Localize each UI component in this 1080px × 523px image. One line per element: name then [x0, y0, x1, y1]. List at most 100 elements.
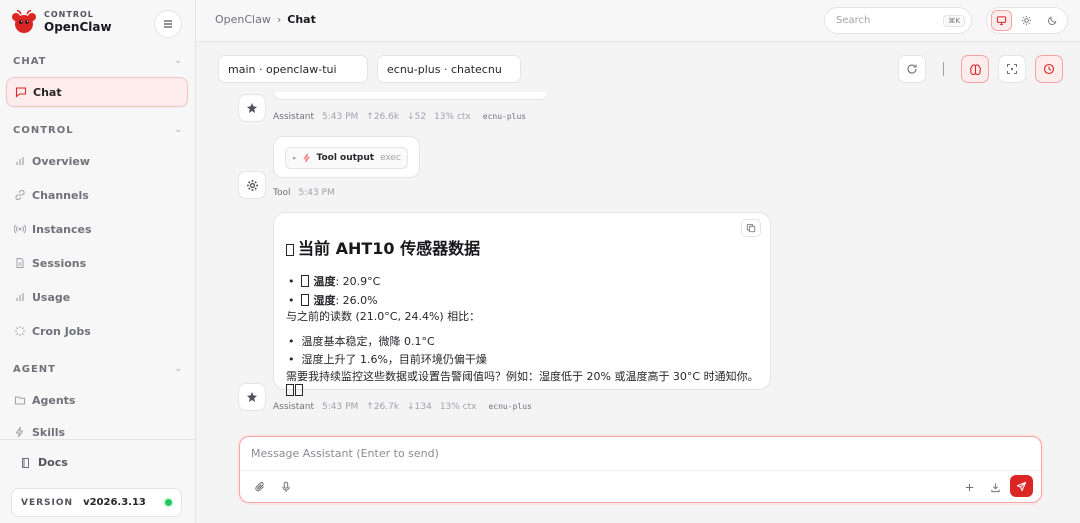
section-agent-label: AGENT [13, 364, 56, 375]
message-time: 5:43 PM [322, 401, 359, 412]
caret-right-icon: ▸ [293, 154, 297, 162]
message-heading: 当前 AHT10 传感器数据 [286, 235, 480, 259]
tokens-in: ↑26.7k [366, 401, 400, 412]
section-control[interactable]: CONTROL ⌄ [13, 125, 183, 136]
tokens-in: ↑26.6k [366, 111, 400, 122]
send-icon [1016, 481, 1027, 491]
sparkle-icon [247, 392, 257, 402]
sidebar-item-overview[interactable]: Overview [6, 146, 188, 176]
search-shortcut: ⌘K [943, 14, 965, 27]
model-select[interactable]: ecnu-plus · chatecnu [377, 55, 521, 83]
theme-switcher [986, 7, 1068, 34]
sidebar-item-agents[interactable]: Agents [6, 385, 188, 415]
lobster-logo-icon [12, 10, 36, 33]
sidebar-item-label: Overview [32, 154, 90, 168]
zap-icon [15, 426, 24, 438]
export-button[interactable] [986, 478, 1004, 496]
section-chat-label: CHAT [13, 56, 47, 67]
tool-output-label: Tool output [316, 153, 375, 163]
copy-button[interactable] [741, 219, 761, 237]
sidebar-item-sessions[interactable]: Sessions [6, 248, 188, 278]
brand[interactable]: CONTROL OpenClaw [11, 9, 112, 35]
breadcrumb: OpenClaw › Chat [215, 13, 316, 26]
version-value: v2026.3.13 [83, 497, 146, 508]
attach-button[interactable] [251, 478, 269, 496]
chevron-down-icon: ⌄ [174, 364, 183, 374]
focus-mode-button[interactable] [998, 55, 1026, 83]
collapse-sidebar-button[interactable] [154, 10, 182, 38]
temperature-label: 温度 [313, 275, 336, 288]
sidebar-item-usage[interactable]: Usage [6, 282, 188, 312]
list-item: • 湿度上升了 1.6%，目前环境仍偏干燥 [288, 353, 487, 366]
sidebar-item-cron-jobs[interactable]: Cron Jobs [6, 316, 188, 346]
chevron-down-icon: ⌄ [174, 125, 183, 135]
bullet-text: 湿度上升了 1.6%，目前环境仍偏干燥 [301, 353, 487, 366]
context-usage: 13% ctx [439, 401, 477, 412]
theme-light-button[interactable] [1016, 10, 1037, 31]
emoji-glyph [286, 384, 294, 396]
docs-link[interactable]: Docs [20, 456, 68, 469]
brand-text: CONTROL OpenClaw [44, 10, 112, 34]
status-dot [165, 499, 172, 506]
brain-icon [969, 63, 981, 75]
brand-subtitle: CONTROL [44, 10, 94, 19]
history-button[interactable] [1035, 55, 1063, 83]
tokens-out: ↓52 [407, 111, 427, 122]
plus-icon [965, 483, 973, 491]
send-button[interactable] [1010, 475, 1033, 497]
sidebar-item-label: Agents [32, 393, 76, 407]
chevron-down-icon: ⌄ [174, 56, 183, 66]
new-session-button[interactable] [960, 478, 978, 496]
radio-icon [14, 224, 26, 234]
download-icon [990, 482, 1000, 492]
breadcrumb-root[interactable]: OpenClaw [215, 13, 271, 26]
search-box[interactable]: Search ⌘K [824, 7, 972, 34]
emoji-glyph [301, 294, 310, 306]
theme-dark-button[interactable] [1042, 10, 1063, 31]
emoji-glyph [301, 275, 310, 287]
emoji-glyph [286, 244, 294, 256]
document-icon [16, 258, 24, 268]
docs-label: Docs [38, 456, 68, 469]
tool-output-card: ▸ Tool output exec [273, 136, 420, 178]
monitor-icon [997, 16, 1007, 26]
book-icon [22, 457, 29, 468]
menu-icon [164, 20, 172, 28]
copy-icon [746, 224, 756, 233]
message-time: 5:43 PM [322, 111, 359, 122]
bullet-text: 温度基本稳定，微降 0.1°C [301, 335, 435, 348]
theme-system-button[interactable] [991, 10, 1013, 31]
sidebar-item-chat[interactable]: Chat [6, 77, 188, 107]
session-select[interactable]: main · openclaw-tui [218, 55, 368, 83]
voice-input-button[interactable] [277, 478, 295, 496]
list-item: • 温度基本稳定，微降 0.1°C [288, 335, 435, 348]
refresh-button[interactable] [898, 55, 926, 83]
tokens-out: ↓134 [407, 401, 432, 412]
list-item: • 湿度: 26.0% [288, 294, 378, 307]
sidebar-item-channels[interactable]: Channels [6, 180, 188, 210]
message-meta: Assistant 5:43 PM ↑26.7k ↓134 13% ctx ec… [273, 401, 544, 412]
section-chat[interactable]: CHAT ⌄ [13, 56, 183, 67]
sparkle-icon [247, 103, 257, 113]
topbar: OpenClaw › Chat Search ⌘K [196, 0, 1080, 42]
section-control-label: CONTROL [13, 125, 74, 136]
tool-kind: exec [380, 153, 402, 163]
section-agent[interactable]: AGENT ⌄ [13, 364, 183, 375]
message-input[interactable] [240, 437, 1041, 471]
message-time: 5:43 PM [298, 188, 335, 198]
brand-name: OpenClaw [44, 20, 112, 34]
message-heading-text: 当前 AHT10 传感器数据 [298, 239, 481, 258]
version-badge: VERSION v2026.3.13 [11, 488, 182, 517]
emoji-glyph [295, 384, 303, 396]
comparison-text: 与之前的读数 (21.0°C, 24.4%) 相比： [286, 310, 481, 323]
sidebar-item-skills[interactable]: Skills [6, 419, 188, 439]
zap-icon [302, 153, 310, 163]
tool-output-toggle[interactable]: ▸ Tool output exec [285, 147, 408, 169]
tool-meta: Tool 5:43 PM [273, 188, 343, 198]
folder-icon [15, 396, 25, 405]
message-author: Tool [273, 188, 291, 198]
tool-avatar [238, 171, 266, 199]
sidebar-item-instances[interactable]: Instances [6, 214, 188, 244]
thinking-toggle-button[interactable] [961, 55, 989, 83]
sidebar-divider [0, 439, 196, 440]
